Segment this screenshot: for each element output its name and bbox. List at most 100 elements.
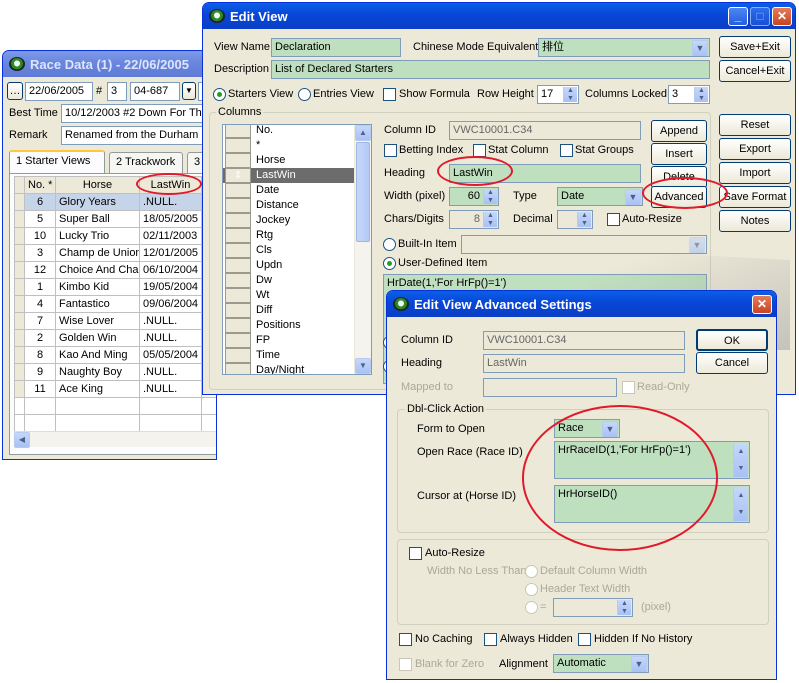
column-row-handle[interactable] [225, 243, 251, 258]
column-row-handle[interactable] [225, 125, 251, 138]
column-list-item[interactable]: Cls [223, 243, 355, 258]
grid-cell[interactable] [24, 397, 56, 415]
tab-starter-views[interactable]: 1 Starter Views [9, 150, 105, 173]
grid-cell[interactable] [55, 397, 140, 415]
append-button[interactable]: Append [651, 120, 707, 142]
row-indicator[interactable] [14, 244, 25, 262]
grid-cell[interactable]: 11 [24, 380, 56, 398]
type-select[interactable]: Date ▼ [557, 187, 643, 206]
grid-cell[interactable]: Wise Lover [55, 312, 140, 330]
column-row-handle[interactable] [225, 153, 251, 168]
notes-button[interactable]: Notes [719, 210, 791, 232]
chevron-down-icon[interactable]: ▼ [631, 656, 647, 672]
grid-cell[interactable] [139, 397, 202, 415]
grid-cell[interactable]: 4 [24, 295, 56, 313]
column-row-handle[interactable] [225, 198, 251, 213]
grid-cell[interactable]: .NULL. [139, 193, 202, 211]
table-row[interactable]: 2 Golden Win .NULL. [14, 329, 216, 347]
grid-cell[interactable]: Ace King [55, 380, 140, 398]
grid-cell[interactable]: Golden Win [55, 329, 140, 347]
table-row-empty[interactable] [14, 397, 216, 415]
alignment-select[interactable]: Automatic ▼ [553, 654, 649, 673]
table-row[interactable]: 10 Lucky Trio 02/11/2003 [14, 227, 216, 245]
view-name-field[interactable]: Declaration [271, 38, 401, 57]
scroll-thumb[interactable] [356, 142, 370, 242]
column-list-item[interactable]: Time [223, 348, 355, 363]
table-row[interactable]: 9 Naughty Boy .NULL. [14, 363, 216, 381]
column-list-item[interactable]: Horse [223, 153, 355, 168]
save-format-button[interactable]: Save Format [719, 186, 791, 208]
grid-cell[interactable]: 10 [24, 227, 56, 245]
grid-header-cell[interactable]: Horse [55, 176, 140, 194]
table-row[interactable]: 5 Super Ball 18/05/2005 [14, 210, 216, 228]
grid-cell[interactable]: 5 [24, 210, 56, 228]
grid-cell[interactable]: 12/01/2005 [139, 244, 202, 262]
grid-hscroll[interactable]: ◀ [14, 431, 216, 448]
save-exit-button[interactable]: Save+Exit [719, 36, 791, 58]
column-list-item[interactable]: No. [223, 125, 355, 138]
grid-cell[interactable]: .NULL. [139, 312, 202, 330]
grid-cell[interactable] [14, 397, 25, 415]
grid-cell[interactable]: 06/10/2004 [139, 261, 202, 279]
scroll-left-icon[interactable]: ◀ [14, 432, 30, 448]
cancel-exit-button[interactable]: Cancel+Exit [719, 60, 791, 82]
grid-cell[interactable]: Lucky Trio [55, 227, 140, 245]
description-field[interactable]: List of Declared Starters [271, 60, 710, 79]
import-button[interactable]: Import [719, 162, 791, 184]
auto-resize-checkbox[interactable] [607, 213, 620, 226]
spin-arrows-icon[interactable]: ▲ ▼ [733, 487, 748, 521]
row-indicator[interactable] [14, 210, 25, 228]
table-row[interactable]: 4 Fantastico 09/06/2004 [14, 295, 216, 313]
insert-button[interactable]: Insert [651, 143, 707, 165]
grid-cell[interactable]: 7 [24, 312, 56, 330]
heading-field[interactable]: LastWin [449, 164, 641, 183]
row-indicator[interactable] [14, 329, 25, 347]
grid-cell[interactable]: 05/05/2004 [139, 346, 202, 364]
stat-column-checkbox[interactable] [473, 144, 486, 157]
column-list-item[interactable]: Dw [223, 273, 355, 288]
chevron-down-icon[interactable]: ▼ [625, 189, 641, 205]
grid-cell[interactable]: 3 [24, 244, 56, 262]
row-height-spinner[interactable]: 17 ▲ ▼ [537, 85, 579, 104]
best-time-field[interactable]: 10/12/2003 #2 Down For Th [61, 104, 216, 123]
starters-grid[interactable]: No. * Horse LastWin 6 Glory Years .NULL. 5 Supe… [14, 176, 216, 432]
column-list-item[interactable]: Rtg [223, 228, 355, 243]
grid-cell[interactable]: 09/06/2004 [139, 295, 202, 313]
close-icon[interactable]: ✕ [772, 7, 792, 26]
column-row-handle[interactable] [225, 273, 251, 288]
delete-button[interactable]: Delete [651, 166, 707, 188]
grid-cell[interactable]: Champ de Union [55, 244, 140, 262]
row-indicator[interactable] [14, 363, 25, 381]
reset-button[interactable]: Reset [719, 114, 791, 136]
row-indicator[interactable] [14, 312, 25, 330]
scroll-down-icon[interactable]: ▼ [355, 358, 371, 374]
grid-cell[interactable]: Super Ball [55, 210, 140, 228]
builtin-item-radio[interactable] [383, 238, 396, 251]
grid-cell[interactable] [201, 414, 216, 432]
column-row-handle[interactable] [225, 333, 251, 348]
grid-cell[interactable]: .NULL. [139, 363, 202, 381]
column-row-handle[interactable] [225, 318, 251, 333]
column-list-item[interactable]: * [223, 138, 355, 153]
no-caching-checkbox[interactable] [399, 633, 412, 646]
spin-arrows-icon[interactable]: ▲ ▼ [733, 443, 748, 477]
row-indicator[interactable] [14, 278, 25, 296]
row-indicator[interactable] [14, 380, 25, 398]
table-row[interactable]: 12 Choice And Char 06/10/2004 [14, 261, 216, 279]
stat-groups-checkbox[interactable] [560, 144, 573, 157]
ok-button[interactable]: OK [696, 329, 768, 351]
column-row-handle[interactable] [225, 258, 251, 273]
scroll-up-icon[interactable]: ▲ [355, 125, 371, 141]
column-row-handle[interactable] [225, 288, 251, 303]
grid-cell[interactable]: 6 [24, 193, 56, 211]
close-icon[interactable]: ✕ [752, 295, 772, 314]
race-code-field[interactable]: 04-687 [130, 82, 180, 101]
column-list-item[interactable]: Diff [223, 303, 355, 318]
minimize-icon[interactable]: _ [728, 7, 748, 26]
row-indicator[interactable] [14, 261, 25, 279]
grid-cell[interactable]: Choice And Char [55, 261, 140, 279]
column-row-handle[interactable] [225, 303, 251, 318]
table-row-empty[interactable] [14, 414, 216, 432]
column-list-item[interactable]: Jockey [223, 213, 355, 228]
starters-view-radio[interactable] [213, 88, 226, 101]
